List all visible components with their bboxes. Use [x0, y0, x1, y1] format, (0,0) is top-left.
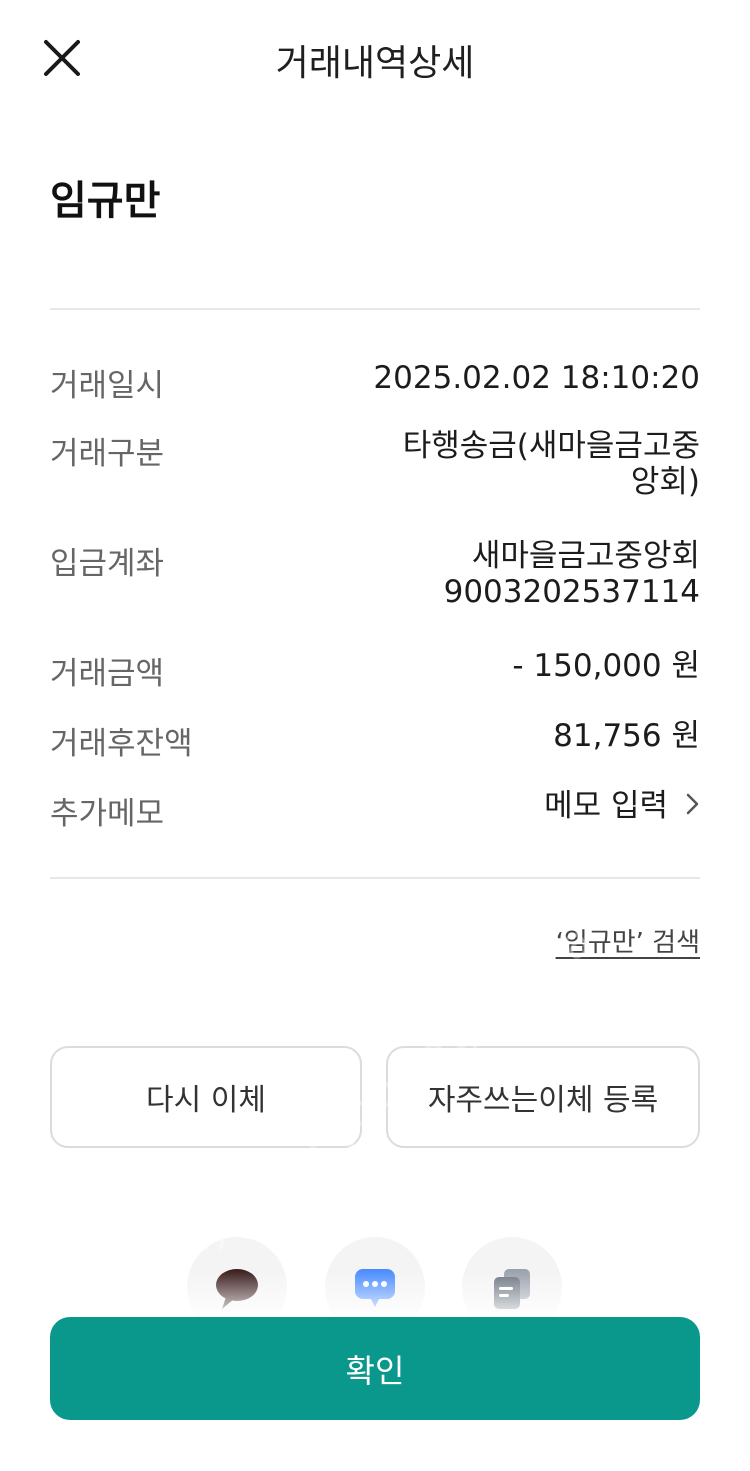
datetime-label: 거래일시 [50, 368, 165, 404]
page-title: 거래내역상세 [275, 43, 475, 84]
divider [50, 877, 700, 879]
recipient-search-link[interactable]: ‘임규만’ 검색 [556, 922, 700, 959]
type-value-line1: 타행송금(새마을금고중 [402, 428, 700, 464]
balance-label: 거래후잔액 [50, 726, 193, 762]
register-favorite-transfer-button[interactable]: 자주쓰는이체 등록 [386, 1046, 700, 1148]
type-label: 거래구분 [50, 436, 165, 472]
balance-value: 81,756 원 [553, 718, 700, 754]
confirm-button[interactable]: 확인 [50, 1317, 700, 1420]
divider [50, 308, 700, 310]
memo-input-label: 메모 입력 [544, 788, 668, 824]
recipient-name: 임규만 [50, 178, 161, 224]
datetime-value: 2025.02.02 18:10:20 [373, 360, 700, 396]
account-number: 9003202537114 [443, 574, 700, 610]
amount-value: - 150,000 원 [512, 648, 700, 684]
memo-input-link[interactable]: 메모 입력 [544, 788, 700, 825]
type-value-line2: 앙회) [630, 464, 700, 500]
amount-label: 거래금액 [50, 656, 165, 692]
bottom-fade [0, 1270, 750, 1318]
retransfer-button[interactable]: 다시 이체 [50, 1046, 362, 1148]
chevron-right-icon [686, 789, 700, 825]
header: 거래내역상세 [0, 0, 750, 116]
memo-label: 추가메모 [50, 796, 165, 832]
account-value: 새마을금고중앙회 9003202537114 [444, 538, 700, 610]
type-value: 타행송금(새마을금고중 앙회) [403, 428, 700, 500]
account-label: 입금계좌 [50, 546, 165, 582]
account-bank: 새마을금고중앙회 [471, 538, 700, 574]
